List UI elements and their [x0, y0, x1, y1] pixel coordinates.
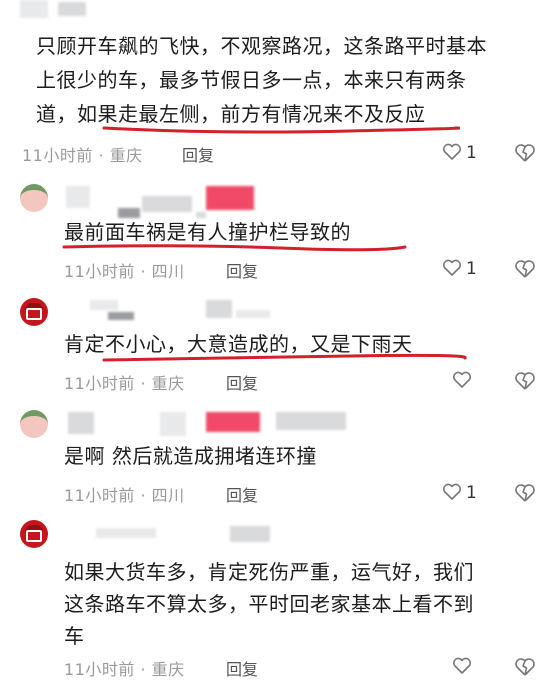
comment-time-location: 11小时前 · 重庆 [64, 374, 185, 393]
blurred-username [66, 186, 90, 208]
blurred-username [142, 196, 192, 212]
reply-button[interactable]: 回复 [226, 656, 258, 680]
like-count: 1 [466, 259, 477, 279]
like-button[interactable] [442, 258, 462, 278]
comment-text-line: 最前面车祸是有人撞护栏导致的 [64, 220, 351, 244]
avatar[interactable] [20, 520, 48, 548]
comment-text-line: 肯定不小心，大意造成的，又是下雨天 [64, 332, 413, 356]
comment-text-line: 只顾开车飙的飞快，不观察路况，这条路平时基本 [36, 34, 487, 58]
dislike-button[interactable] [514, 482, 536, 503]
comment-time-location: 11小时前 · 四川 [64, 486, 185, 505]
reply-button[interactable]: 回复 [226, 370, 258, 394]
reply-button[interactable]: 回复 [182, 142, 214, 166]
reply-button[interactable]: 回复 [226, 482, 258, 506]
broken-heart-icon [514, 142, 536, 162]
comment-text-line: 车 [64, 624, 85, 648]
blurred-username [236, 310, 270, 318]
comment-text-line: 是啊 然后就造成拥堵连环撞 [64, 444, 317, 468]
like-count: 1 [466, 143, 477, 163]
comment-text-line: 如果大货车多，肯定死伤严重，运气好，我们 [64, 560, 474, 584]
like-button[interactable] [452, 370, 472, 390]
blurred-username [230, 526, 270, 542]
heart-outline-icon [452, 370, 472, 390]
broken-heart-icon [514, 656, 536, 676]
blurred-avatar-top [20, 0, 48, 18]
like-button[interactable] [442, 142, 462, 162]
like-button[interactable] [442, 482, 462, 502]
dislike-button[interactable] [514, 142, 536, 163]
heart-outline-icon [442, 258, 462, 278]
comment-text-line: 这条路车不算太多，平时回老家基本上看不到 [64, 592, 474, 616]
broken-heart-icon [514, 482, 536, 502]
blurred-username [206, 300, 232, 318]
heart-outline-icon [442, 482, 462, 502]
blurred-username [96, 528, 156, 538]
dislike-button[interactable] [514, 258, 536, 279]
blurred-username-top [58, 2, 86, 16]
dislike-button[interactable] [514, 370, 536, 391]
comment-time-location: 11小时前 · 重庆 [22, 146, 143, 165]
dislike-button[interactable] [514, 656, 536, 677]
blurred-badge [206, 412, 260, 432]
comment-time-location: 11小时前 · 重庆 [64, 660, 185, 679]
blurred-username [68, 412, 94, 434]
blurred-badge [206, 186, 254, 210]
blurred-username [90, 300, 118, 310]
broken-heart-icon [514, 258, 536, 278]
blurred-username [276, 412, 346, 430]
comment-text-line: 道，如果走最左侧，前方有情况来不及反应 [36, 102, 426, 126]
like-count: 1 [466, 483, 477, 503]
avatar[interactable] [20, 298, 48, 326]
blurred-username [108, 312, 134, 320]
blurred-username [160, 412, 186, 436]
comment-text-line: 上很少的车，最多节假日多一点，本来只有两条 [36, 68, 467, 92]
broken-heart-icon [514, 370, 536, 390]
avatar[interactable] [20, 184, 48, 212]
comment-time-location: 11小时前 · 四川 [64, 262, 185, 281]
reply-button[interactable]: 回复 [226, 258, 258, 282]
heart-outline-icon [442, 142, 462, 162]
heart-outline-icon [452, 656, 472, 676]
like-button[interactable] [452, 656, 472, 676]
avatar[interactable] [20, 410, 48, 438]
